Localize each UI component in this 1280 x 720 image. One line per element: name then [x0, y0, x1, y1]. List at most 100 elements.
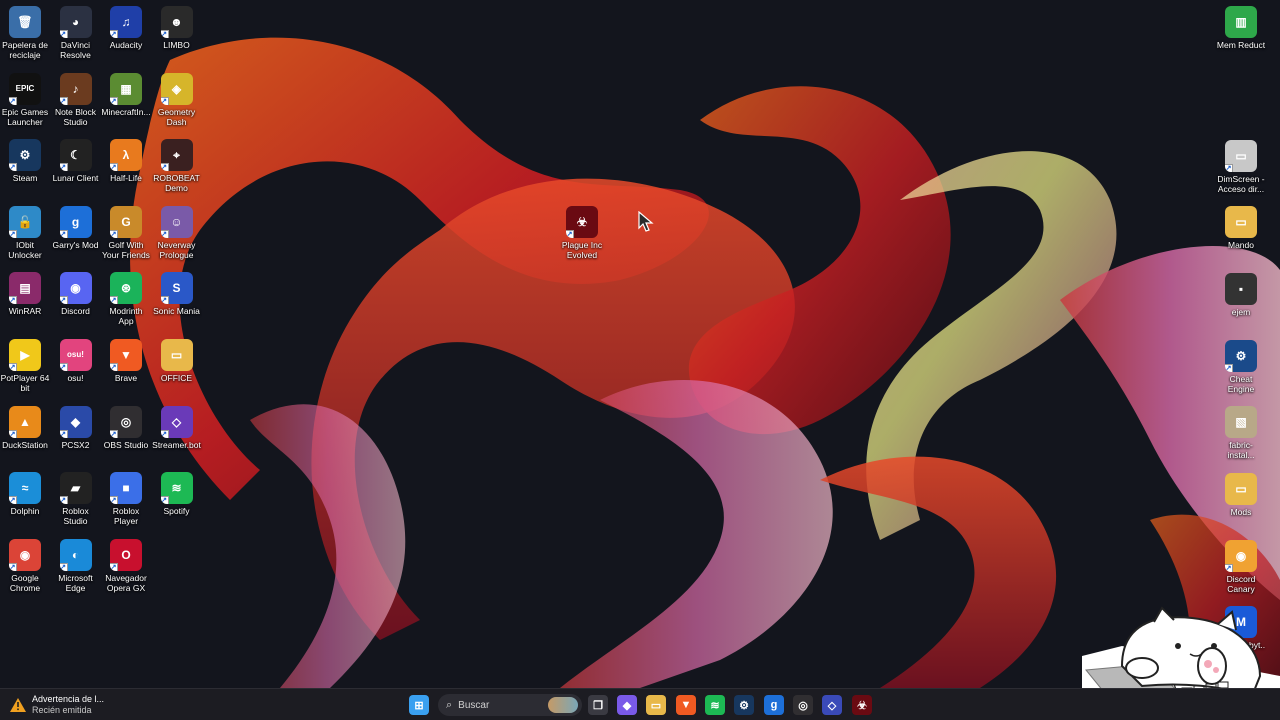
desktop-shortcut-audacity[interactable]: ♫ ↗ Audacity: [101, 6, 151, 50]
shortcut-arrow-icon: ↗: [160, 30, 169, 38]
desktop-shortcut-geometry-dash[interactable]: ◈ ↗ Geometry Dash: [152, 72, 202, 127]
lunar-client-icon: ☾ ↗: [59, 139, 92, 172]
taskbar-plague-inc-icon[interactable]: ☣: [852, 695, 872, 715]
osu-icon: osu! ↗: [59, 339, 92, 371]
desktop-shortcut-mando-folder[interactable]: ▭ Mando: [1216, 206, 1266, 250]
desktop-shortcut-ejem[interactable]: ▪ ejem: [1216, 273, 1266, 317]
dolphin-icon: ≈ ↗: [9, 472, 41, 505]
desktop-shortcut-neverway[interactable]: ☺ ↗ Neverway Prologue: [152, 205, 202, 260]
taskbar-streamerbot-icon[interactable]: ◇: [822, 695, 842, 715]
taskbar-start-icon[interactable]: ⊞: [409, 695, 429, 715]
shortcut-arrow-icon: ↗: [110, 363, 118, 371]
desktop-shortcut-note-block[interactable]: ♪ ↗ Note Block Studio: [51, 72, 101, 127]
taskbar-spotify-icon[interactable]: ≋: [705, 695, 725, 715]
desktop-shortcut-discord-canary[interactable]: ◉ ↗ Discord Canary: [1216, 540, 1266, 594]
taskbar-copilot-icon[interactable]: ◆: [617, 695, 637, 715]
desktop-shortcut-fabric-installer[interactable]: ▧ fabric-instal...: [1216, 406, 1266, 460]
modrinth-icon: ⊛ ↗: [110, 272, 142, 305]
taskbar-garrys-mod-icon[interactable]: g: [764, 695, 784, 715]
taskbar-task-view-icon[interactable]: ❐: [588, 695, 608, 715]
desktop-icon-label: Sonic Mania: [153, 306, 200, 317]
desktop-shortcut-osu[interactable]: osu! ↗ osu!: [51, 339, 101, 383]
desktop-icon-label: OBS Studio: [103, 439, 149, 450]
desktop-shortcut-recycle-bin[interactable]: 🗑 Papelera de reciclaje: [0, 6, 50, 60]
desktop-icon-label: Discord: [61, 306, 90, 317]
shortcut-arrow-icon: ↗: [1225, 164, 1233, 172]
desktop-shortcut-streamerbot[interactable]: ◇ ↗ Streamer.bot: [152, 405, 202, 450]
desktop-shortcut-plague-inc[interactable]: ☣ ↗ Plague Inc Evolved: [557, 206, 607, 260]
desktop-shortcut-pcsx2[interactable]: ◆ ↗ PCSX2: [51, 405, 101, 450]
search-box[interactable]: ⌕ Buscar: [438, 694, 582, 716]
minecraft-icon: ▦ ↗: [110, 72, 142, 105]
desktop-shortcut-epic-games[interactable]: EPIC ↗ Epic Games Launcher: [0, 72, 50, 127]
desktop-shortcut-office-folder[interactable]: ▭ OFFICE: [152, 339, 202, 383]
desktop-shortcut-brave[interactable]: ▼ ↗ Brave: [101, 339, 151, 383]
taskbar-brave-icon[interactable]: ▼: [676, 695, 696, 715]
desktop-icon-label: ROBOBEAT Demo: [153, 173, 200, 194]
mem-reduct-icon: ▥: [1225, 6, 1257, 38]
winrar-icon: ▤ ↗: [9, 272, 41, 305]
desktop-shortcut-opera-gx[interactable]: O ↗ Navegador Opera GX: [101, 538, 151, 593]
desktop-shortcut-garrys-mod[interactable]: g ↗ Garry's Mod: [51, 205, 101, 250]
desktop-icon-label: Microsoft Edge: [58, 572, 93, 593]
desktop-shortcut-edge[interactable]: ◐ ↗ Microsoft Edge: [51, 538, 101, 593]
desktop-shortcut-golf-with-friends[interactable]: G ↗ Golf With Your Friends: [101, 205, 151, 260]
desktop-shortcut-steam[interactable]: ⚙ ↗ Steam: [0, 139, 50, 183]
desktop-shortcut-roblox-studio[interactable]: ▰ ↗ Roblox Studio: [51, 472, 101, 526]
desktop-shortcut-duckstation[interactable]: ▲ ↗ DuckStation: [0, 405, 50, 450]
desktop-icon-label: Spotify: [163, 506, 190, 517]
desktop-icon-label: MinecraftIn...: [101, 106, 151, 117]
desktop-shortcut-robobeat[interactable]: ⌖ ↗ ROBOBEAT Demo: [152, 139, 202, 193]
shortcut-arrow-icon: ↗: [59, 96, 68, 105]
search-icon: ⌕: [446, 698, 453, 711]
desktop-shortcut-cheat-engine[interactable]: ⚙ ↗ Cheat Engine: [1216, 340, 1266, 394]
desktop-icon-label: Streamer.bot: [152, 439, 201, 450]
desktop-shortcut-mods-folder[interactable]: ▭ Mods: [1216, 473, 1266, 517]
desktop-shortcut-dimscreen[interactable]: ▭ ↗ DimScreen - Acceso dir...: [1216, 140, 1266, 194]
mods-folder-icon: ▭: [1225, 473, 1257, 505]
desktop-shortcut-discord[interactable]: ◉ ↗ Discord: [51, 272, 101, 316]
shortcut-arrow-icon: ↗: [110, 496, 118, 505]
desktop-shortcut-obs-studio[interactable]: ◎ ↗ OBS Studio: [101, 405, 151, 450]
desktop-shortcut-minecraft[interactable]: ▦ ↗ MinecraftIn...: [101, 72, 151, 117]
geometry-dash-icon: ◈ ↗: [160, 72, 193, 105]
desktop-icon-label: IObit Unlocker: [8, 239, 42, 260]
shortcut-arrow-icon: ↗: [9, 429, 17, 438]
desktop-icon-label: Dolphin: [10, 506, 40, 517]
desktop-icon-label: Mando: [1228, 240, 1254, 250]
desktop-shortcut-winrar[interactable]: ▤ ↗ WinRAR: [0, 272, 50, 316]
desktop-shortcut-roblox-player[interactable]: ■ ↗ Roblox Player: [101, 472, 151, 526]
desktop-shortcut-lunar-client[interactable]: ☾ ↗ Lunar Client: [51, 139, 101, 183]
taskbar-obs-studio-icon[interactable]: ◎: [793, 695, 813, 715]
desktop-shortcut-dolphin[interactable]: ≈ ↗ Dolphin: [0, 472, 50, 516]
taskbar-file-explorer-icon[interactable]: ▭: [646, 695, 666, 715]
shortcut-arrow-icon: ↗: [59, 163, 68, 172]
desktop-shortcut-spotify[interactable]: ≋ ↗ Spotify: [152, 472, 202, 516]
obs-studio-icon: ◎ ↗: [110, 405, 142, 438]
taskbar: Advertencia de l... Recién emitida ⌕ Bus…: [0, 688, 1280, 720]
audacity-icon: ♫ ↗: [110, 6, 142, 38]
desktop-shortcut-potplayer[interactable]: ▶ ↗ PotPlayer 64 bit: [0, 339, 50, 393]
notification-badge[interactable]: Advertencia de l... Recién emitida: [10, 693, 104, 717]
desktop-shortcut-iobit-unlocker[interactable]: 🔓 ↗ IObit Unlocker: [0, 205, 50, 260]
office-folder-icon: ▭: [160, 339, 193, 371]
desktop-shortcut-davinci-resolve[interactable]: ◕ ↗ DaVinci Resolve: [51, 6, 101, 60]
desktop-shortcut-mem-reduct[interactable]: ▥ Mem Reduct: [1216, 6, 1266, 50]
golf-with-friends-icon: G ↗: [110, 205, 142, 238]
shortcut-arrow-icon: ↗: [59, 562, 68, 571]
desktop-shortcut-chrome[interactable]: ◉ ↗ Google Chrome: [0, 538, 50, 593]
desktop-icon-label: Roblox Player: [112, 506, 140, 527]
desktop-icon-label: Epic Games Launcher: [1, 106, 49, 127]
shortcut-arrow-icon: ↗: [59, 496, 68, 505]
mando-folder-icon: ▭: [1225, 206, 1257, 238]
desktop-shortcut-half-life[interactable]: λ ↗ Half-Life: [101, 139, 151, 183]
notification-text: Advertencia de l... Recién emitida: [32, 694, 104, 716]
chrome-icon: ◉ ↗: [9, 538, 41, 571]
desktop-shortcut-modrinth[interactable]: ⊛ ↗ Modrinth App: [101, 272, 151, 326]
desktop-icon-label: Garry's Mod: [52, 239, 99, 250]
desktop-shortcut-limbo[interactable]: ☻ ↗ LIMBO: [152, 6, 202, 50]
taskbar-steam-icon[interactable]: ⚙: [734, 695, 754, 715]
notification-title: Advertencia de l...: [32, 694, 105, 704]
desktop-shortcut-sonic-mania[interactable]: S ↗ Sonic Mania: [152, 272, 202, 316]
desktop-icon-label: Audacity: [109, 40, 143, 50]
